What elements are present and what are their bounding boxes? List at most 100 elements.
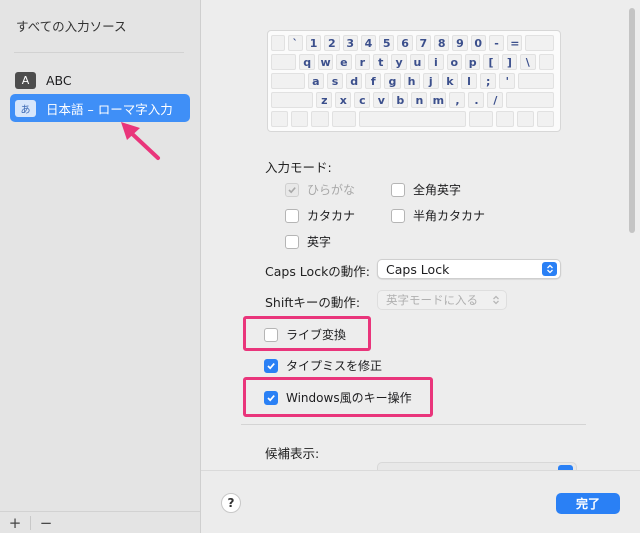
keyboard-key: 3: [342, 35, 358, 51]
keyboard-key: [271, 92, 314, 108]
keyboard-key: m: [430, 92, 447, 108]
typo-fix-checkbox[interactable]: タイプミスを修正: [264, 357, 382, 374]
checkbox-icon: [285, 208, 299, 223]
source-label-japanese: 日本語 – ローマ字入力: [46, 101, 173, 117]
keyboard-key: [291, 111, 309, 127]
keyboard-key: p: [464, 54, 481, 70]
live-conversion-label: ライブ変換: [286, 328, 347, 342]
keyboard-key: [496, 111, 514, 127]
keyboard-key: 2: [324, 35, 340, 51]
mode-halfwidth-katakana-label: 半角カタカナ: [413, 209, 486, 223]
keyboard-key: ,: [449, 92, 466, 108]
keyboard-key: [538, 54, 554, 70]
mode-hiragana-label: ひらがな: [307, 183, 356, 197]
settings-pane: ` 1 2 3 4 5 6 7 8 9 0- = q w e r t y u i o p[] \ a s d f g h j k l; ' …: [201, 0, 640, 533]
keyboard-row: z x c v b n m,. /: [271, 92, 557, 108]
keyboard-key: [: [483, 54, 499, 70]
keyboard-key: b: [392, 92, 409, 108]
keyboard-key: r: [354, 54, 370, 70]
mode-fullwidth-alpha-checkbox[interactable]: 全角英字: [391, 181, 461, 198]
checkbox-checked-icon: [264, 358, 278, 373]
input-source-sidebar: すべての入力ソース A ABC あ 日本語 – ローマ字入力 + −: [0, 0, 201, 533]
keyboard-key: d: [346, 73, 363, 89]
keyboard-key: ': [499, 73, 516, 89]
scrollbar[interactable]: [629, 8, 635, 233]
keyboard-key: t: [373, 54, 389, 70]
hiragana-badge-icon: あ: [15, 99, 36, 117]
checkbox-icon: [285, 182, 299, 197]
keyboard-key: ]: [501, 54, 518, 70]
live-conversion-checkbox[interactable]: ライブ変換: [264, 326, 346, 343]
keyboard-key: [359, 111, 466, 127]
checkbox-checked-icon: [264, 390, 278, 405]
keyboard-key: y: [391, 54, 407, 70]
keyboard-key: l: [460, 73, 478, 89]
section-divider: [241, 424, 586, 425]
keyboard-key: w: [317, 54, 334, 70]
footer-bar: ? 完了: [201, 470, 640, 533]
keyboard-key: 5: [379, 35, 395, 51]
candidates-select[interactable]: [377, 462, 577, 470]
keyboard-key: u: [409, 54, 426, 70]
help-button[interactable]: ?: [221, 493, 241, 513]
keyboard-key: v: [373, 92, 390, 108]
keyboard-key: 6: [397, 35, 413, 51]
done-button[interactable]: 完了: [556, 493, 620, 514]
shift-select: 英字モードに入る: [377, 290, 507, 310]
keyboard-preview: ` 1 2 3 4 5 6 7 8 9 0- = q w e r t y u i o p[] \ a s d f g h j k l; ' …: [267, 30, 561, 132]
checkbox-icon: [391, 208, 405, 223]
caps-lock-select[interactable]: Caps Lock: [377, 259, 561, 279]
checkbox-icon: [285, 234, 299, 249]
keyboard-key: f: [365, 73, 382, 89]
keyboard-key: g: [384, 73, 401, 89]
typo-fix-label: タイプミスを修正: [286, 359, 383, 373]
keyboard-key: a: [307, 73, 324, 89]
select-stepper-icon: [542, 262, 557, 276]
remove-source-button[interactable]: −: [31, 513, 61, 533]
keyboard-key: [271, 35, 285, 51]
annotation-arrow-icon: [121, 122, 160, 160]
keyboard-key: ;: [480, 73, 497, 89]
keyboard-key: o: [446, 54, 462, 70]
keyboard-key: =: [507, 35, 523, 51]
keyboard-key: s: [326, 73, 344, 89]
keyboard-key: 7: [415, 35, 431, 51]
keyboard-key: [468, 111, 494, 127]
add-source-button[interactable]: +: [0, 513, 30, 533]
keyboard-row: [271, 111, 557, 127]
windows-keys-checkbox[interactable]: Windows風のキー操作: [264, 389, 412, 406]
checkbox-icon: [264, 327, 278, 342]
keyboard-key: [506, 92, 554, 108]
keyboard-key: j: [422, 73, 439, 89]
keyboard-key: n: [411, 92, 428, 108]
source-item-abc[interactable]: A ABC: [10, 66, 190, 94]
input-mode-label: 入力モード:: [265, 160, 332, 175]
keyboard-key: q: [299, 54, 315, 70]
keyboard-key: 9: [452, 35, 468, 51]
mode-halfwidth-katakana-checkbox[interactable]: 半角カタカナ: [391, 207, 485, 224]
keyboard-key: [271, 111, 289, 127]
keyboard-row: ` 1 2 3 4 5 6 7 8 9 0- =: [271, 35, 557, 51]
shift-value: 英字モードに入る: [386, 293, 478, 307]
sidebar-divider: [14, 52, 184, 53]
keyboard-key: z: [316, 92, 333, 108]
keyboard-key: 8: [434, 35, 450, 51]
keyboard-key: \: [520, 54, 536, 70]
keyboard-key: .: [468, 92, 485, 108]
abc-badge-icon: A: [15, 71, 36, 89]
keyboard-key: 1: [305, 35, 322, 51]
keyboard-row: a s d f g h j k l; ': [271, 73, 557, 89]
mode-katakana-checkbox[interactable]: カタカナ: [285, 207, 355, 224]
shift-label: Shiftキーの動作:: [265, 295, 361, 310]
keyboard-key: c: [354, 92, 371, 108]
keyboard-key: [271, 73, 305, 89]
keyboard-key: h: [403, 73, 420, 89]
keyboard-key: i: [428, 54, 444, 70]
caps-lock-value: Caps Lock: [386, 261, 450, 277]
windows-keys-label: Windows風のキー操作: [286, 391, 412, 405]
mode-katakana-label: カタカナ: [307, 209, 356, 223]
mode-alphanumeric-label: 英字: [307, 235, 332, 249]
candidates-label: 候補表示:: [265, 446, 320, 461]
keyboard-key: 4: [360, 35, 377, 51]
mode-alphanumeric-checkbox[interactable]: 英字: [285, 233, 331, 250]
